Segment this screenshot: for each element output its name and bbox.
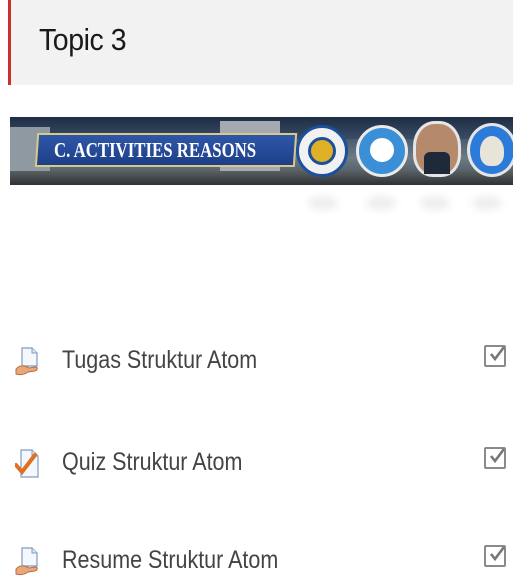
teacher-photo bbox=[413, 121, 461, 177]
activity-item[interactable]: Tugas Struktur Atom bbox=[0, 335, 513, 385]
activity-item[interactable]: Quiz Struktur Atom bbox=[0, 437, 513, 487]
topic-title: Topic 3 bbox=[39, 22, 127, 57]
checkmark-icon bbox=[489, 546, 506, 562]
activity-label[interactable]: Quiz Struktur Atom bbox=[62, 448, 242, 477]
checkmark-icon bbox=[489, 346, 506, 362]
activity-label[interactable]: Tugas Struktur Atom bbox=[62, 346, 257, 375]
checkmark-icon bbox=[489, 448, 506, 464]
ministry-seal-logo bbox=[356, 125, 408, 177]
student-photo bbox=[467, 123, 513, 177]
topic-header: Topic 3 bbox=[8, 0, 513, 85]
completion-checkbox[interactable] bbox=[484, 447, 506, 469]
university-seal-logo bbox=[296, 125, 348, 177]
completion-checkbox[interactable] bbox=[484, 545, 506, 567]
blurred-shadow bbox=[472, 196, 502, 210]
blurred-shadow bbox=[308, 196, 338, 210]
banner-label: C. ACTIVITIES REASONS bbox=[54, 138, 257, 162]
quiz-icon bbox=[15, 449, 39, 478]
assignment-icon bbox=[15, 347, 38, 376]
blurred-shadow bbox=[420, 196, 450, 210]
section-banner: C. ACTIVITIES REASONS bbox=[10, 117, 513, 185]
activity-label[interactable]: Resume Struktur Atom bbox=[62, 546, 278, 575]
activity-item[interactable]: Resume Struktur Atom bbox=[0, 535, 513, 585]
completion-checkbox[interactable] bbox=[484, 345, 506, 367]
blurred-shadow bbox=[366, 196, 396, 210]
